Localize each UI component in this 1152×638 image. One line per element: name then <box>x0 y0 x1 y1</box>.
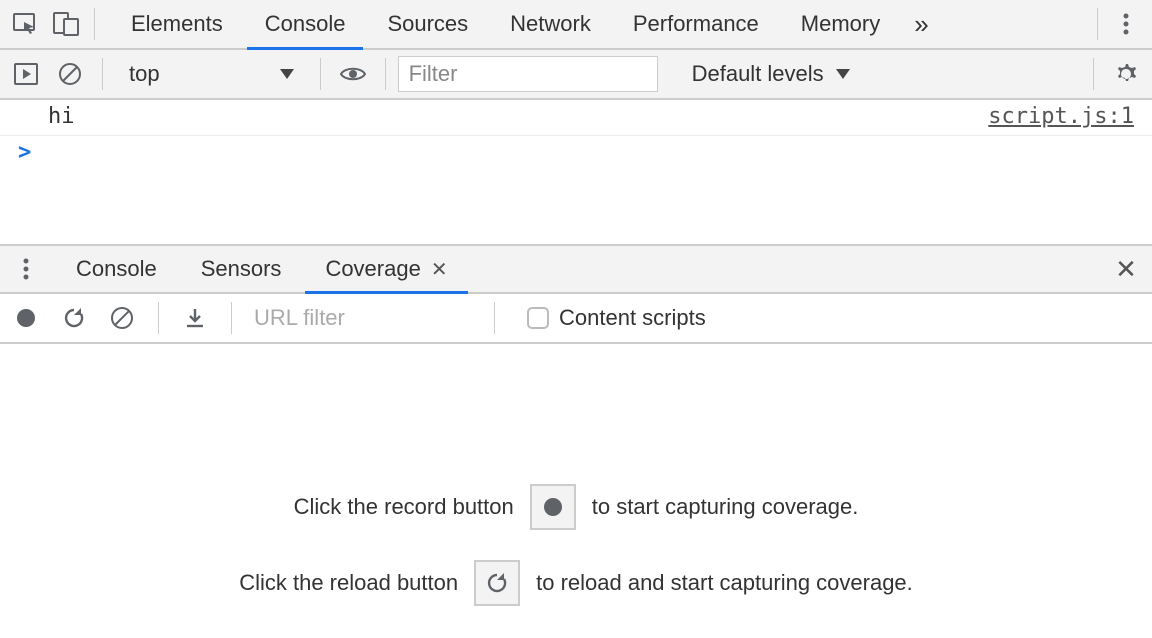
devtools-main-toolbar: Elements Console Sources Network Perform… <box>0 0 1152 50</box>
coverage-hint-record: Click the record button to start capturi… <box>294 484 859 530</box>
divider <box>1093 58 1094 90</box>
drawer-tab-label: Coverage <box>325 256 420 282</box>
reload-icon[interactable] <box>474 560 520 606</box>
drawer-tab-coverage[interactable]: Coverage ✕ <box>305 246 467 292</box>
tab-sources[interactable]: Sources <box>369 0 486 48</box>
coverage-url-filter-input[interactable] <box>248 300 478 336</box>
divider <box>94 8 95 40</box>
close-tab-icon[interactable]: ✕ <box>431 257 448 282</box>
divider <box>494 302 495 334</box>
tab-console[interactable]: Console <box>247 0 364 48</box>
hint-text: Click the record button <box>294 494 514 520</box>
divider <box>102 58 103 90</box>
divider <box>1097 8 1098 40</box>
drawer-toolbar: Console Sensors Coverage ✕ ✕ <box>0 246 1152 294</box>
tab-elements[interactable]: Elements <box>113 0 241 48</box>
divider <box>320 58 321 90</box>
main-tabs: Elements Console Sources Network Perform… <box>113 0 1089 48</box>
play-icon[interactable] <box>6 54 46 94</box>
record-icon[interactable] <box>6 298 46 338</box>
tab-memory[interactable]: Memory <box>783 0 898 48</box>
levels-label: Default levels <box>692 61 824 87</box>
console-filter-input[interactable] <box>398 56 658 92</box>
chevron-down-icon <box>836 69 850 79</box>
coverage-empty-state: Click the record button to start capturi… <box>0 484 1152 606</box>
checkbox-icon <box>527 307 549 329</box>
divider <box>158 302 159 334</box>
drawer-tab-sensors[interactable]: Sensors <box>181 246 302 292</box>
devtools-drawer: Console Sensors Coverage ✕ ✕ <box>0 244 1152 638</box>
record-icon[interactable] <box>530 484 576 530</box>
console-output: hi script.js:1 > <box>0 100 1152 169</box>
log-levels-selector[interactable]: Default levels <box>678 61 864 87</box>
inspect-icon[interactable] <box>6 4 46 44</box>
device-toolbar-icon[interactable] <box>46 4 86 44</box>
clear-console-icon[interactable] <box>50 54 90 94</box>
divider <box>231 302 232 334</box>
hint-text: to reload and start capturing coverage. <box>536 570 913 596</box>
context-label: top <box>129 61 160 87</box>
checkbox-label: Content scripts <box>559 305 706 331</box>
console-prompt[interactable]: > <box>0 136 1152 169</box>
divider <box>385 58 386 90</box>
console-log-row[interactable]: hi script.js:1 <box>0 100 1152 136</box>
tabs-overflow-button[interactable]: » <box>904 0 938 48</box>
tab-performance[interactable]: Performance <box>615 0 777 48</box>
close-drawer-icon[interactable]: ✕ <box>1106 249 1146 289</box>
tab-network[interactable]: Network <box>492 0 609 48</box>
reload-icon[interactable] <box>54 298 94 338</box>
console-toolbar: top Default levels <box>0 50 1152 100</box>
hint-text: to start capturing coverage. <box>592 494 859 520</box>
execution-context-selector[interactable]: top <box>115 56 308 92</box>
kebab-menu-icon[interactable] <box>6 249 46 289</box>
hint-text: Click the reload button <box>239 570 458 596</box>
clear-icon[interactable] <box>102 298 142 338</box>
log-source-link[interactable]: script.js:1 <box>988 104 1134 129</box>
content-scripts-checkbox[interactable]: Content scripts <box>511 305 722 331</box>
gear-icon[interactable] <box>1106 54 1146 94</box>
eye-icon[interactable] <box>333 54 373 94</box>
coverage-toolbar: Content scripts <box>0 294 1152 344</box>
kebab-menu-icon[interactable] <box>1106 4 1146 44</box>
drawer-tab-console[interactable]: Console <box>56 246 177 292</box>
export-icon[interactable] <box>175 298 215 338</box>
coverage-hint-reload: Click the reload button to reload and st… <box>239 560 913 606</box>
prompt-chevron-icon: > <box>18 140 31 165</box>
chevron-down-icon <box>280 69 294 79</box>
log-message: hi <box>48 104 75 129</box>
